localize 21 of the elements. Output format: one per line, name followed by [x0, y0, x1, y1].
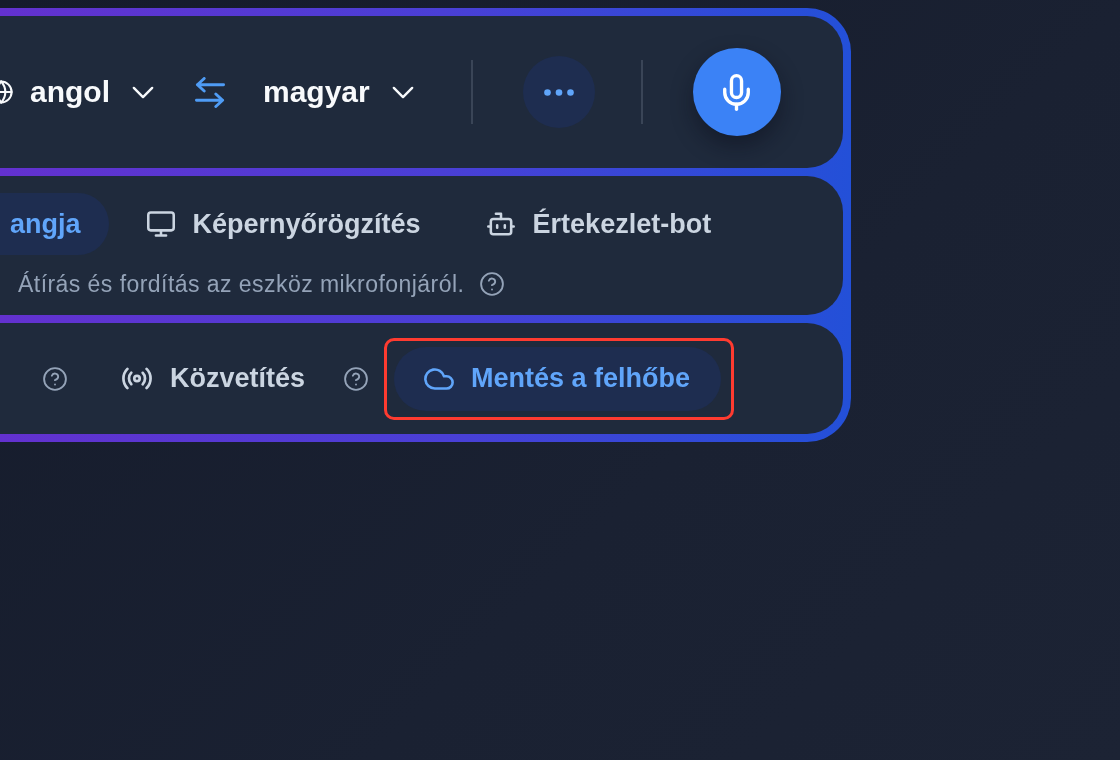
source-tab[interactable]: Értekezlet-bot [458, 193, 740, 255]
broadcast-option[interactable]: Közvetítés [122, 363, 306, 394]
cloud-icon [424, 367, 455, 390]
source-tab[interactable]: Képernyőrögzítés [118, 193, 449, 255]
microphone-icon [723, 73, 751, 111]
help-icon[interactable] [43, 366, 67, 391]
source-description: Átírás és fordítás az eszköz mikrofonjáról. [18, 270, 465, 298]
save-to-cloud-button[interactable]: Mentés a felhőbe [394, 346, 722, 411]
robot-icon [486, 212, 515, 236]
more-dots-icon [543, 88, 574, 96]
globe-icon [0, 80, 13, 104]
source-tab[interactable]: angja [0, 193, 109, 255]
source-language-select[interactable]: angol [30, 75, 154, 109]
help-icon[interactable] [344, 366, 369, 391]
chevron-down-icon [391, 85, 414, 99]
monitor-icon [146, 211, 175, 237]
chevron-down-icon [132, 85, 154, 99]
target-language-select[interactable]: magyar [263, 75, 414, 109]
broadcast-icon [122, 367, 152, 390]
help-icon[interactable] [480, 272, 505, 296]
swap-icon[interactable] [194, 76, 226, 108]
